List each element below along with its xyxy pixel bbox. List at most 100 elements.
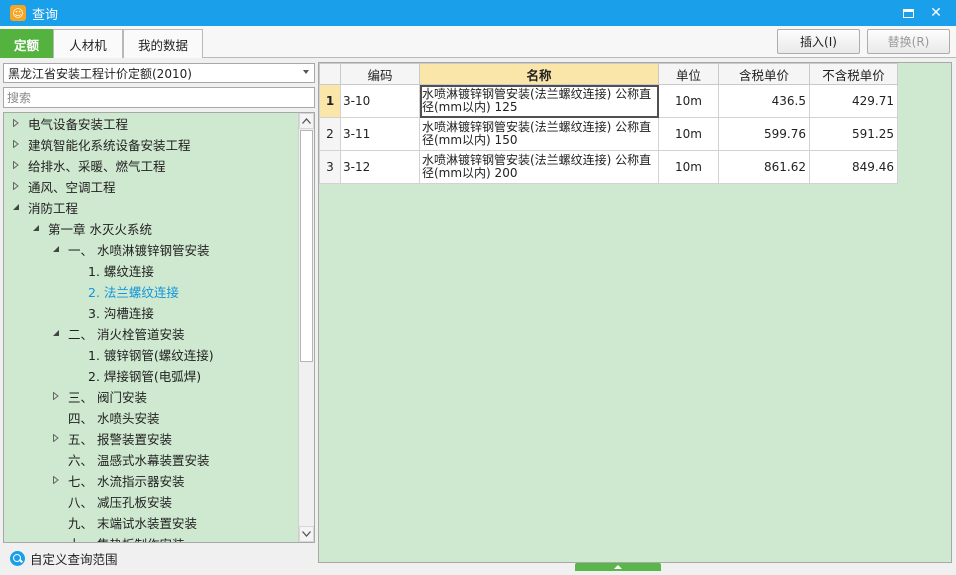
quota-code[interactable]: 3-11 xyxy=(340,117,420,151)
table-row[interactable]: 2 3-11 水喷淋镀锌钢管安装(法兰螺纹连接) 公称直径(mm以内) 150 … xyxy=(319,117,898,151)
tree-node[interactable]: 一、 水喷淋镀锌钢管安装 xyxy=(52,239,209,260)
tree-node[interactable]: 二、 消火栓管道安装 xyxy=(52,323,184,344)
scroll-thumb[interactable] xyxy=(300,130,313,362)
tree-node[interactable]: 七、 水流指示器安装 xyxy=(52,470,184,491)
quota-library-value: 黑龙江省安装工程计价定额(2010) xyxy=(8,66,192,81)
custom-query-scope-link[interactable]: 自定义查询范围 xyxy=(10,549,118,568)
quota-code[interactable]: 3-10 xyxy=(340,84,420,118)
tab-quota[interactable]: 定额 xyxy=(0,29,53,58)
chevron-down-icon xyxy=(302,531,311,537)
tab-bar: 定额 人材机 我的数据 插入(I) 替换(R) xyxy=(0,26,956,58)
tree-node-label: 3. 沟槽连接 xyxy=(88,306,154,321)
tree-node[interactable]: 通风、空调工程 xyxy=(12,176,116,197)
tree-node[interactable]: 2. 焊接钢管(电弧焊) xyxy=(72,365,201,386)
tree-node[interactable]: 六、 温感式水幕装置安装 xyxy=(52,449,209,470)
title-bar: ☺ 查询 ✕ xyxy=(0,0,956,26)
tree-node-label: 1. 镀锌钢管(螺纹连接) xyxy=(88,348,214,363)
tree-node-label: 2. 法兰螺纹连接 xyxy=(88,285,179,300)
quota-name[interactable]: 水喷淋镀锌钢管安装(法兰螺纹连接) 公称直径(mm以内) 200 xyxy=(419,150,659,184)
app-logo-icon: ☺ xyxy=(10,5,26,21)
maximize-icon xyxy=(902,8,914,18)
tree-node[interactable]: 1. 镀锌钢管(螺纹连接) xyxy=(72,344,214,365)
tree-node[interactable]: 八、 减压孔板安装 xyxy=(52,491,172,512)
tree-collapsed-icon[interactable] xyxy=(12,119,20,127)
tree-node-label: 三、 阀门安装 xyxy=(68,390,147,405)
scroll-down-button[interactable] xyxy=(299,526,314,542)
replace-button[interactable]: 替换(R) xyxy=(867,29,950,54)
quota-name[interactable]: 水喷淋镀锌钢管安装(法兰螺纹连接) 公称直径(mm以内) 150 xyxy=(419,117,659,151)
custom-query-scope-label: 自定义查询范围 xyxy=(30,552,118,567)
quota-unit[interactable]: 10m xyxy=(658,117,719,151)
quota-library-select[interactable]: 黑龙江省安装工程计价定额(2010) xyxy=(3,63,315,83)
tree-node-label: 四、 水喷头安装 xyxy=(68,411,160,426)
quota-unit[interactable]: 10m xyxy=(658,150,719,184)
left-panel: 黑龙江省安装工程计价定额(2010) 电气设备安装工程建筑智能化系统设备安装工程… xyxy=(0,58,318,575)
tree-collapsed-icon[interactable] xyxy=(52,476,60,484)
tree-node[interactable]: 十、 集热板制作安装 xyxy=(52,533,184,542)
tree-node[interactable]: 2. 法兰螺纹连接 xyxy=(72,281,179,302)
tree-collapsed-icon[interactable] xyxy=(12,182,20,190)
close-button[interactable]: ✕ xyxy=(922,2,950,24)
row-index: 2 xyxy=(319,117,341,151)
tree-node[interactable]: 给排水、采暖、燃气工程 xyxy=(12,155,166,176)
tree-expanded-icon[interactable] xyxy=(12,203,20,211)
price-with-tax[interactable]: 436.5 xyxy=(718,84,810,118)
tab-labor-material-machine[interactable]: 人材机 xyxy=(53,29,123,58)
tree-node[interactable]: 三、 阀门安装 xyxy=(52,386,147,407)
price-without-tax[interactable]: 591.25 xyxy=(809,117,898,151)
tree-collapsed-icon[interactable] xyxy=(12,161,20,169)
tree-scrollbar[interactable] xyxy=(298,113,314,542)
tree-node[interactable]: 九、 末端试水装置安装 xyxy=(52,512,197,533)
quota-name[interactable]: 水喷淋镀锌钢管安装(法兰螺纹连接) 公称直径(mm以内) 125 xyxy=(419,84,659,118)
tree-collapsed-icon[interactable] xyxy=(52,434,60,442)
row-index: 1 xyxy=(319,84,341,118)
tree-node[interactable]: 电气设备安装工程 xyxy=(12,113,128,134)
price-with-tax[interactable]: 599.76 xyxy=(718,117,810,151)
search-icon xyxy=(10,551,25,566)
tree-collapsed-icon[interactable] xyxy=(52,392,60,400)
chapter-tree: 电气设备安装工程建筑智能化系统设备安装工程给排水、采暖、燃气工程 通风、空调工程消… xyxy=(3,112,315,543)
column-header-price-with-tax[interactable]: 含税单价 xyxy=(718,63,810,85)
tree-node[interactable]: 建筑智能化系统设备安装工程 xyxy=(12,134,191,155)
quota-code[interactable]: 3-12 xyxy=(340,150,420,184)
chevron-down-icon xyxy=(303,70,309,74)
tree-node-label: 电气设备安装工程 xyxy=(28,117,129,132)
tree-node[interactable]: 3. 沟槽连接 xyxy=(72,302,154,323)
tree-node-label: 十、 集热板制作安装 xyxy=(68,534,184,542)
tree-expanded-icon[interactable] xyxy=(32,224,40,232)
column-header-unit[interactable]: 单位 xyxy=(658,63,719,85)
tree-node-label: 八、 减压孔板安装 xyxy=(68,495,172,510)
tree-node[interactable]: 1. 螺纹连接 xyxy=(72,260,154,281)
search-input[interactable] xyxy=(3,87,315,108)
panel-expand-handle[interactable] xyxy=(575,563,661,571)
price-without-tax[interactable]: 849.46 xyxy=(809,150,898,184)
column-header-price-without-tax[interactable]: 不含税单价 xyxy=(809,63,898,85)
tree-node[interactable]: 五、 报警装置安装 xyxy=(52,428,172,449)
scroll-up-button[interactable] xyxy=(299,113,314,129)
tree-node-label: 六、 温感式水幕装置安装 xyxy=(68,453,210,468)
price-without-tax[interactable]: 429.71 xyxy=(809,84,898,118)
tree-node-label: 通风、空调工程 xyxy=(28,180,116,195)
price-with-tax[interactable]: 861.62 xyxy=(718,150,810,184)
tree-node[interactable]: 四、 水喷头安装 xyxy=(52,407,159,428)
tab-my-data[interactable]: 我的数据 xyxy=(123,29,203,58)
insert-button[interactable]: 插入(I) xyxy=(777,29,860,54)
tree-node-label: 五、 报警装置安装 xyxy=(68,432,172,447)
tree-node-label: 给排水、采暖、燃气工程 xyxy=(28,159,166,174)
tree-node-label: 消防工程 xyxy=(28,201,79,216)
tree-node[interactable]: 第一章 水灭火系统 xyxy=(32,218,152,239)
column-header-name[interactable]: 名称 xyxy=(419,63,659,85)
tree-node-label: 2. 焊接钢管(电弧焊) xyxy=(88,369,202,384)
column-header-index[interactable] xyxy=(319,63,341,85)
column-header-code[interactable]: 编码 xyxy=(340,63,420,85)
table-row[interactable]: 1 3-10 水喷淋镀锌钢管安装(法兰螺纹连接) 公称直径(mm以内) 125 … xyxy=(319,84,898,118)
tree-collapsed-icon[interactable] xyxy=(12,140,20,148)
quota-unit[interactable]: 10m xyxy=(658,84,719,118)
tree-node-label: 1. 螺纹连接 xyxy=(88,264,154,279)
tree-expanded-icon[interactable] xyxy=(52,329,60,337)
table-header-row: 编码 名称 单位 含税单价 不含税单价 xyxy=(319,63,898,85)
maximize-button[interactable] xyxy=(894,2,922,24)
tree-node[interactable]: 消防工程 xyxy=(12,197,78,218)
tree-expanded-icon[interactable] xyxy=(52,245,60,253)
table-row[interactable]: 3 3-12 水喷淋镀锌钢管安装(法兰螺纹连接) 公称直径(mm以内) 200 … xyxy=(319,150,898,184)
